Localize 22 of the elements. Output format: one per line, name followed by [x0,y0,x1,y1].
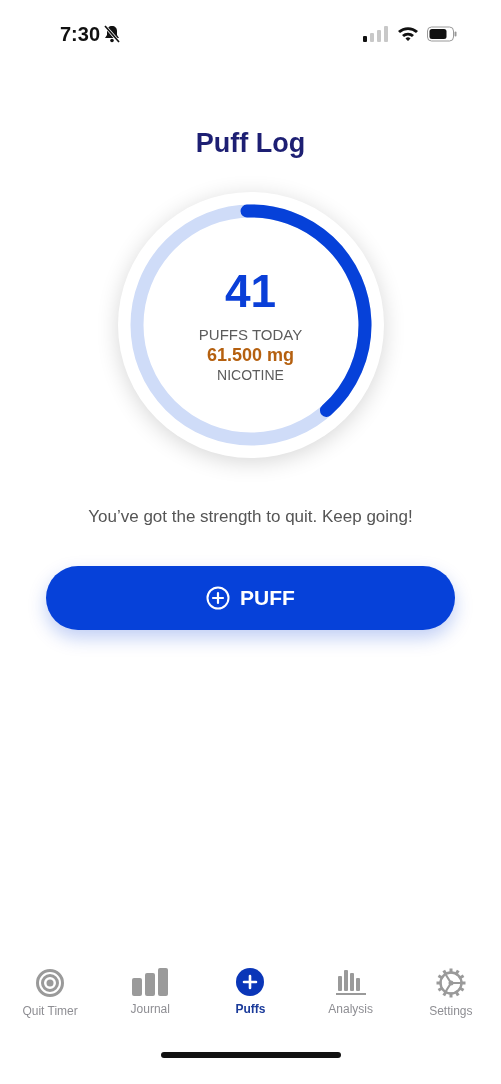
tab-item[interactable]: Quit Timer [0,968,101,1052]
tab-item[interactable]: Settings [400,968,501,1052]
tab-item[interactable]: Journal [100,968,201,1052]
target-icon [35,968,66,998]
bar-chart-icon [132,968,169,996]
puff-count: 41 [224,266,277,316]
motivation-message: You’ve got the strength to quit. Keep going! [87,506,414,528]
nicotine-label: NICOTINE [217,366,284,384]
puff-button[interactable]: PUFF [46,565,455,630]
plus-circle-icon [236,968,265,996]
wifi-icon [397,26,419,42]
gear-icon [435,968,466,998]
clock-time: 7:30 [60,22,101,47]
plus-circle-icon [206,585,231,610]
count-label: PUFFS TODAY [198,326,303,344]
battery-icon [427,26,457,42]
bar-chart-icon [335,968,366,996]
signal-icon [363,26,389,42]
tab-item[interactable]: Puffs [200,968,301,1052]
nicotine-amount: 61.500 mg [206,344,295,366]
tab-item[interactable]: Analysis [300,968,401,1052]
page-title: Puff Log [195,127,306,160]
